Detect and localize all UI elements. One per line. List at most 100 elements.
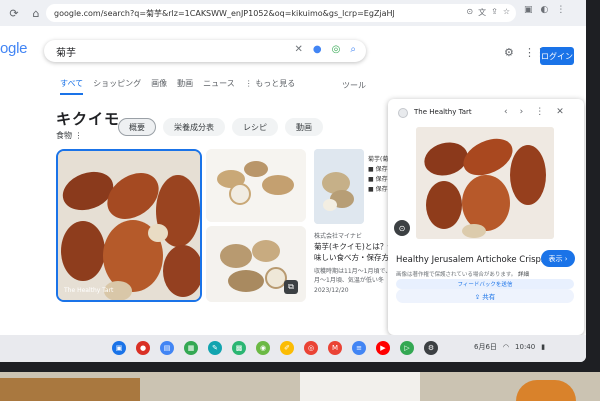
share-button[interactable]: ⇪ 共有 <box>396 289 574 303</box>
article-title-line-2: 味しい食べ方・保存方法 <box>314 253 392 262</box>
article-thumbnail <box>314 149 364 224</box>
chip-nutrition[interactable]: 栄養成分表 <box>163 118 225 136</box>
app-green-icon[interactable]: ▦ <box>184 341 198 355</box>
docs-app-icon[interactable]: ≡ <box>352 341 366 355</box>
copyright-note-text: 画像は著作権で保護されている場合があります。 <box>396 272 517 278</box>
tab-images[interactable]: 画像 <box>151 78 167 95</box>
knowledge-panel-subtitle[interactable]: 食物 ⋮ <box>56 130 83 141</box>
article-title[interactable]: 菊芋(キクイモ)とは？旬 味しい食べ方・保存方法 <box>314 241 392 263</box>
feedback-link[interactable]: フィードバックを送信 <box>396 279 574 289</box>
login-button[interactable]: ログイン <box>540 47 574 65</box>
article-source: 株式会社マイナビ <box>314 233 362 240</box>
result-image-raw-tubers[interactable] <box>206 149 306 222</box>
files-app-icon[interactable]: ▣ <box>112 341 126 355</box>
os-shelf: ▣ ● ▤ ▦ ✎ ▩ ◉ ✐ ◎ M ≡ ▶ ▷ ⚙ 6月6日 ◠ 10:40 ▮ <box>0 335 586 362</box>
preview-crisps-image <box>416 127 554 239</box>
settings-app-icon[interactable]: ⚙ <box>424 341 438 355</box>
battery-icon: ▮ <box>541 343 546 351</box>
shelf-apps: ▣ ● ▤ ▦ ✎ ▩ ◉ ✐ ◎ M ≡ ▶ ▷ ⚙ <box>112 341 438 355</box>
lens-search-icon[interactable]: ⊙ <box>394 220 410 236</box>
clear-icon[interactable]: ✕ <box>295 44 303 55</box>
next-icon[interactable]: › <box>520 107 524 117</box>
url-text: google.com/search?q=菊芋&rlz=1CAKSWW_enJP1… <box>54 8 394 18</box>
raw-tubers-image <box>206 149 306 222</box>
google-logo[interactable]: ogle <box>0 40 27 57</box>
background-orange-object <box>516 380 576 401</box>
location-icon[interactable]: ⊙ <box>466 7 473 18</box>
sunchoke-crisps-image <box>58 151 200 300</box>
app-lime-icon[interactable]: ◉ <box>256 341 270 355</box>
visit-button[interactable]: 表示 › <box>541 250 575 267</box>
tab-news[interactable]: ニュース <box>203 78 235 95</box>
settings-gear-icon[interactable]: ⚙ <box>504 46 514 59</box>
app-teal-icon[interactable]: ✎ <box>208 341 222 355</box>
chip-recipes[interactable]: レシピ <box>232 118 278 136</box>
copyright-note: 画像は著作権で保護されている場合があります。 詳細 <box>396 270 529 278</box>
browser-toolbar: ⟳ ⌂ google.com/search?q=菊芋&rlz=1CAKSWW_e… <box>0 0 586 26</box>
search-tabs: すべて ショッピング 画像 動画 ニュース ⋮ もっと見る <box>60 78 295 95</box>
translate-icon[interactable]: 文 <box>478 7 486 18</box>
search-box[interactable]: 菊芋 ✕ ● ◎ ⌕ <box>44 40 366 62</box>
preview-nav: ‹ › ⋮ ✕ <box>504 107 564 117</box>
wifi-icon: ◠ <box>502 343 510 351</box>
share-icon[interactable]: ⇪ <box>491 7 498 18</box>
youtube-app-icon[interactable]: ▶ <box>376 341 390 355</box>
result-image-tubers-white[interactable]: ⧉ <box>206 226 306 302</box>
logo-text: ogle <box>0 40 28 57</box>
article-thumbnail-image <box>314 149 364 224</box>
preview-source-name[interactable]: The Healthy Tart <box>414 108 472 116</box>
article-result-card[interactable]: 菊芋(菊芋 ■ 保存方法 ■ 保存方法 ■ 保存方法 株式会社マイナビ 菊芋(キ… <box>312 149 392 302</box>
source-favicon-icon <box>398 108 408 118</box>
gmail-app-icon[interactable]: M <box>328 341 342 355</box>
more-options-icon[interactable]: ⋮ <box>535 107 544 117</box>
reload-icon[interactable]: ⟳ <box>6 5 22 21</box>
app-mint-icon[interactable]: ▩ <box>232 341 246 355</box>
app-blue-icon[interactable]: ▤ <box>160 341 174 355</box>
shelf-date: 6月6日 <box>474 343 497 351</box>
profile-icon[interactable]: ◐ <box>541 5 549 15</box>
tab-videos[interactable]: 動画 <box>177 78 193 95</box>
image-preview-panel: The Healthy Tart ‹ › ⋮ ✕ ⊙ Healthy Jerus… <box>388 99 584 335</box>
background-brown-panel <box>0 378 140 401</box>
knowledge-panel-chips: 概要 栄養成分表 レシピ 動画 <box>118 118 323 136</box>
previous-icon[interactable]: ‹ <box>504 107 508 117</box>
search-input[interactable]: 菊芋 <box>56 44 76 59</box>
close-icon[interactable]: ✕ <box>556 107 564 117</box>
extension-icon[interactable]: ▣ <box>524 5 533 15</box>
browser-actions: ▣ ◐ ⋮ <box>524 5 565 15</box>
app-yellow-icon[interactable]: ✐ <box>280 341 294 355</box>
search-icon[interactable]: ⌕ <box>350 44 356 55</box>
browser-menu-icon[interactable]: ⋮ <box>556 5 565 15</box>
home-icon[interactable]: ⌂ <box>28 5 44 21</box>
screen: ⟳ ⌂ google.com/search?q=菊芋&rlz=1CAKSWW_e… <box>0 0 586 362</box>
image-expand-icon[interactable]: ⧉ <box>284 280 298 294</box>
bookmark-star-icon[interactable]: ☆ <box>503 7 510 18</box>
status-tray[interactable]: 6月6日 ◠ 10:40 ▮ <box>474 342 545 352</box>
microphone-icon[interactable]: ● <box>313 44 322 55</box>
tab-shopping[interactable]: ショッピング <box>93 78 141 95</box>
article-date: 2023/12/20 <box>314 287 349 294</box>
preview-title[interactable]: Healthy Jerusalem Artichoke Crisps <box>396 255 545 265</box>
article-description: 収穫時期は11月〜1月頃で、 月〜1月頃、気温が低い冬 <box>314 267 392 285</box>
lens-icon[interactable]: ◎ <box>332 44 341 55</box>
chip-videos[interactable]: 動画 <box>285 118 323 136</box>
shelf-time: 10:40 <box>515 343 536 351</box>
tools-button[interactable]: ツール <box>342 80 366 91</box>
play-app-icon[interactable]: ▷ <box>400 341 414 355</box>
copyright-details-link[interactable]: 詳細 <box>518 272 529 278</box>
search-box-icons: ✕ ● ◎ ⌕ <box>295 44 356 55</box>
address-bar[interactable]: google.com/search?q=菊芋&rlz=1CAKSWW_enJP1… <box>46 4 516 22</box>
article-title-line-1: 菊芋(キクイモ)とは？旬 <box>314 242 392 251</box>
app-red-icon[interactable]: ● <box>136 341 150 355</box>
main-result-image[interactable]: The Healthy Tart <box>56 149 202 302</box>
knowledge-panel-title: キクイモ <box>56 110 121 128</box>
main-image-caption: The Healthy Tart <box>64 287 114 294</box>
background-light-object <box>300 372 420 401</box>
chrome-app-icon[interactable]: ◎ <box>304 341 318 355</box>
address-bar-icons: ⊙ 文 ⇪ ☆ <box>466 7 510 18</box>
article-desc-line-2: 月〜1月頃、気温が低い冬 <box>314 277 384 284</box>
preview-image[interactable] <box>416 127 554 239</box>
chip-overview[interactable]: 概要 <box>118 118 156 136</box>
tab-more[interactable]: ⋮ もっと見る <box>245 78 296 95</box>
tab-all[interactable]: すべて <box>60 78 84 95</box>
